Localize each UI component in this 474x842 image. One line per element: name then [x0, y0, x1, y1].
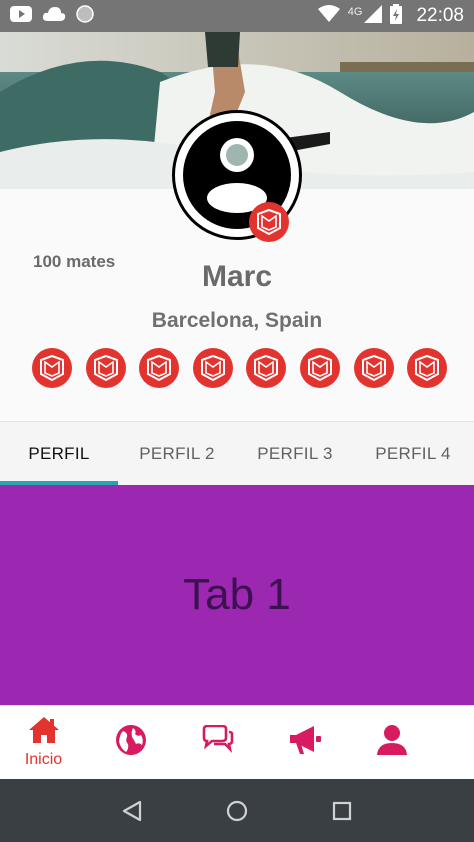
shield-badge-icon[interactable]	[299, 348, 340, 388]
youtube-icon	[10, 5, 32, 27]
user-icon	[376, 724, 408, 761]
profile-location: Barcelona, Spain	[151, 309, 323, 332]
status-bar: 4G 22:08	[0, 0, 474, 32]
shield-badge-icon[interactable]	[85, 348, 126, 388]
globe-icon	[115, 724, 147, 761]
nav-item-profile[interactable]	[348, 706, 435, 779]
tab-perfil-4[interactable]: PERFIL 4	[354, 422, 472, 485]
nav-item-inicio[interactable]: Inicio	[0, 706, 87, 779]
tab-perfil[interactable]: PERFIL	[0, 422, 118, 485]
home-circle-icon[interactable]	[222, 796, 252, 826]
shield-badge-icon[interactable]	[139, 348, 180, 388]
nav-item-globe[interactable]	[87, 706, 174, 779]
profile-name: Marc	[201, 260, 273, 293]
tab-perfil-2[interactable]: PERFIL 2	[118, 422, 236, 485]
shield-badge-icon[interactable]	[246, 348, 287, 388]
recents-square-icon[interactable]	[327, 796, 357, 826]
nav-label-inicio: Inicio	[24, 751, 63, 768]
network-type: 4G	[347, 6, 363, 18]
chat-icon	[201, 724, 235, 760]
shield-badge-icon[interactable]	[32, 348, 72, 388]
circle-icon	[76, 4, 94, 28]
megaphone-icon	[288, 724, 322, 761]
battery-icon	[390, 3, 403, 29]
status-time: 22:08	[416, 5, 464, 26]
system-nav-bar	[0, 779, 474, 842]
nav-item-chat[interactable]	[174, 706, 261, 779]
avatar-shield-badge-icon	[249, 202, 289, 242]
bottom-nav: Inicio	[0, 705, 474, 779]
tab-content-text: Tab 1	[183, 570, 291, 619]
badge-row	[32, 348, 448, 388]
shield-badge-icon[interactable]	[353, 348, 394, 388]
nav-item-announcements[interactable]	[261, 706, 348, 779]
shield-badge-icon[interactable]	[407, 348, 448, 388]
signal-icon	[364, 4, 383, 28]
home-icon	[28, 716, 60, 749]
back-icon[interactable]	[117, 796, 147, 826]
shield-badge-icon[interactable]	[192, 348, 233, 388]
tab-bar: PERFIL PERFIL 2 PERFIL 3 PERFIL 4	[0, 421, 474, 485]
tab-content: Tab 1	[0, 485, 474, 705]
tab-perfil-3[interactable]: PERFIL 3	[236, 422, 354, 485]
wifi-icon	[317, 4, 340, 28]
cloud-icon	[42, 6, 66, 27]
